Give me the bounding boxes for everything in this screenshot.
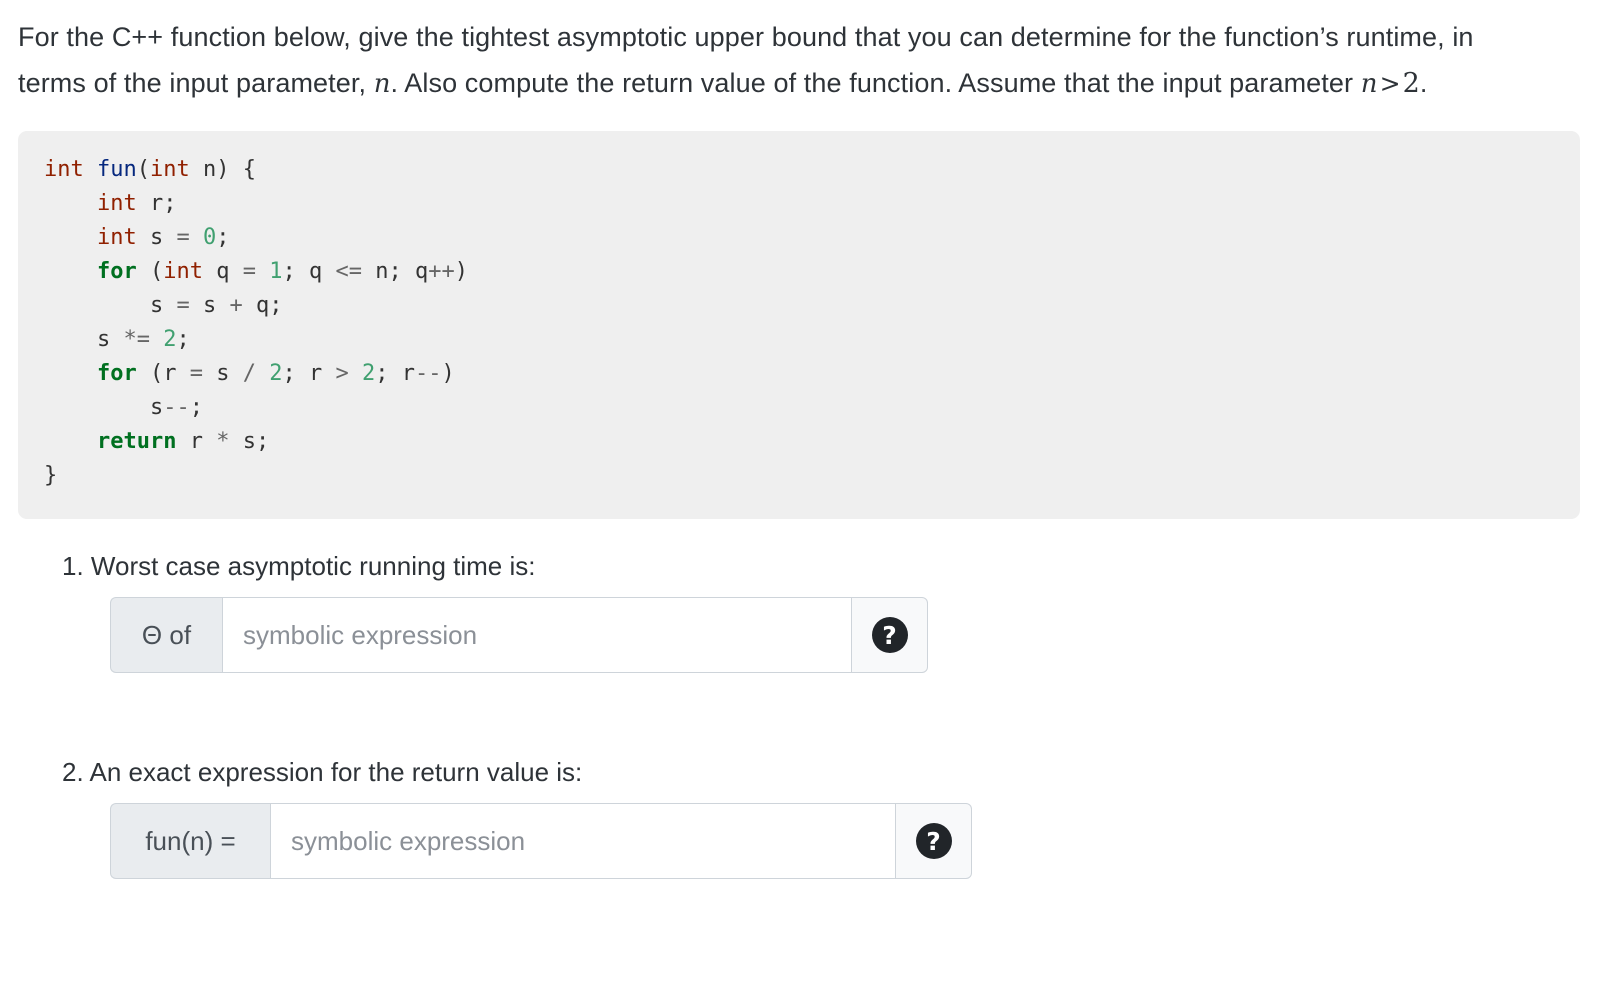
code-token: n; q (361, 259, 429, 284)
prompt-variable-n-first: n (373, 69, 391, 99)
code-token: s (44, 293, 177, 318)
code-token: s (202, 361, 243, 386)
code-token: ; (176, 327, 190, 352)
code-token: int (163, 259, 203, 284)
code-token: 1 (269, 259, 283, 284)
fun-n-equals-prefix-label: fun(n) = (110, 803, 270, 879)
question-1-label: 1. Worst case asymptotic running time is… (62, 551, 536, 581)
code-token: ; (216, 225, 230, 250)
code-token: (r (136, 361, 190, 386)
code-token: int (96, 225, 137, 250)
code-token: -- (414, 361, 442, 386)
code-token: int (96, 191, 137, 216)
help-icon: ? (871, 617, 908, 653)
code-token: = (242, 259, 256, 284)
code-token: * (216, 429, 230, 454)
code-token: ++ (428, 259, 455, 284)
question-1-help-button[interactable]: ? (852, 597, 928, 673)
code-token: int (150, 157, 190, 182)
code-token: 2 (269, 361, 283, 386)
prompt-bound-value: 2 (1402, 68, 1420, 99)
prompt-variable-n-second: n (1360, 69, 1378, 99)
prompt-period: . (1419, 68, 1428, 98)
code-listing: int fun(int n) { int r; int s = 0; for (… (44, 153, 1554, 493)
question-2: 2. An exact expression for the return va… (62, 755, 1611, 879)
question-prompt: For the C++ function below, give the tig… (0, 0, 1560, 107)
code-token: ) (454, 259, 468, 284)
question-2-answer-input[interactable]: symbolic expression (270, 803, 896, 879)
code-token: > (335, 361, 349, 386)
code-token: s (44, 327, 124, 352)
question-2-help-button[interactable]: ? (896, 803, 972, 879)
code-token: s; (229, 429, 270, 454)
code-block: int fun(int n) { int r; int s = 0; for (… (18, 131, 1580, 519)
code-token: = (176, 225, 190, 250)
question-2-placeholder: symbolic expression (291, 825, 526, 856)
code-token: + (229, 293, 243, 318)
theta-of-prefix-label: Θ of (110, 597, 222, 673)
code-token: r; (136, 191, 177, 216)
code-token: 2 (163, 327, 177, 352)
question-2-label: 2. An exact expression for the return va… (62, 757, 583, 787)
code-token: ; r (375, 361, 415, 386)
code-token: ; (189, 395, 203, 420)
code-token: = (176, 293, 190, 318)
code-token: r (176, 429, 217, 454)
question-2-input-group: fun(n) = symbolic expression ? (110, 803, 972, 879)
question-1-answer-input[interactable]: symbolic expression (222, 597, 852, 673)
code-token: q (202, 259, 243, 284)
question-1-placeholder: symbolic expression (243, 619, 478, 650)
code-token: <= (335, 259, 362, 284)
code-token: s (44, 395, 164, 420)
code-token: ) (441, 361, 455, 386)
code-content: int fun(int n) { int r; int s = 0; for (… (44, 157, 468, 488)
code-token: -- (163, 395, 190, 420)
question-1-input-group: Θ of symbolic expression ? (110, 597, 928, 673)
code-token: *= (123, 327, 150, 352)
code-token: return (96, 429, 177, 454)
code-token: ; q (282, 259, 336, 284)
code-token: for (96, 259, 137, 284)
code-token: s (189, 293, 230, 318)
code-token: ( (136, 259, 164, 284)
code-token: ; r (282, 361, 336, 386)
help-icon: ? (915, 823, 952, 859)
code-token: 2 (361, 361, 376, 386)
code-token: s (136, 225, 177, 250)
code-token: n) { (189, 157, 256, 182)
code-token: 0 (202, 225, 217, 250)
code-token: q; (242, 293, 283, 318)
code-token: ( (136, 157, 150, 182)
code-token: / (242, 361, 256, 386)
code-token: = (189, 361, 203, 386)
prompt-greater-than-operator: > (1379, 69, 1401, 98)
code-token: for (96, 361, 137, 386)
code-token: fun (97, 157, 137, 182)
prompt-text-part-2: . Also compute the return value of the f… (390, 68, 1361, 98)
code-token: int (44, 157, 84, 182)
code-token: } (44, 463, 58, 488)
question-1: 1. Worst case asymptotic running time is… (62, 549, 1611, 673)
